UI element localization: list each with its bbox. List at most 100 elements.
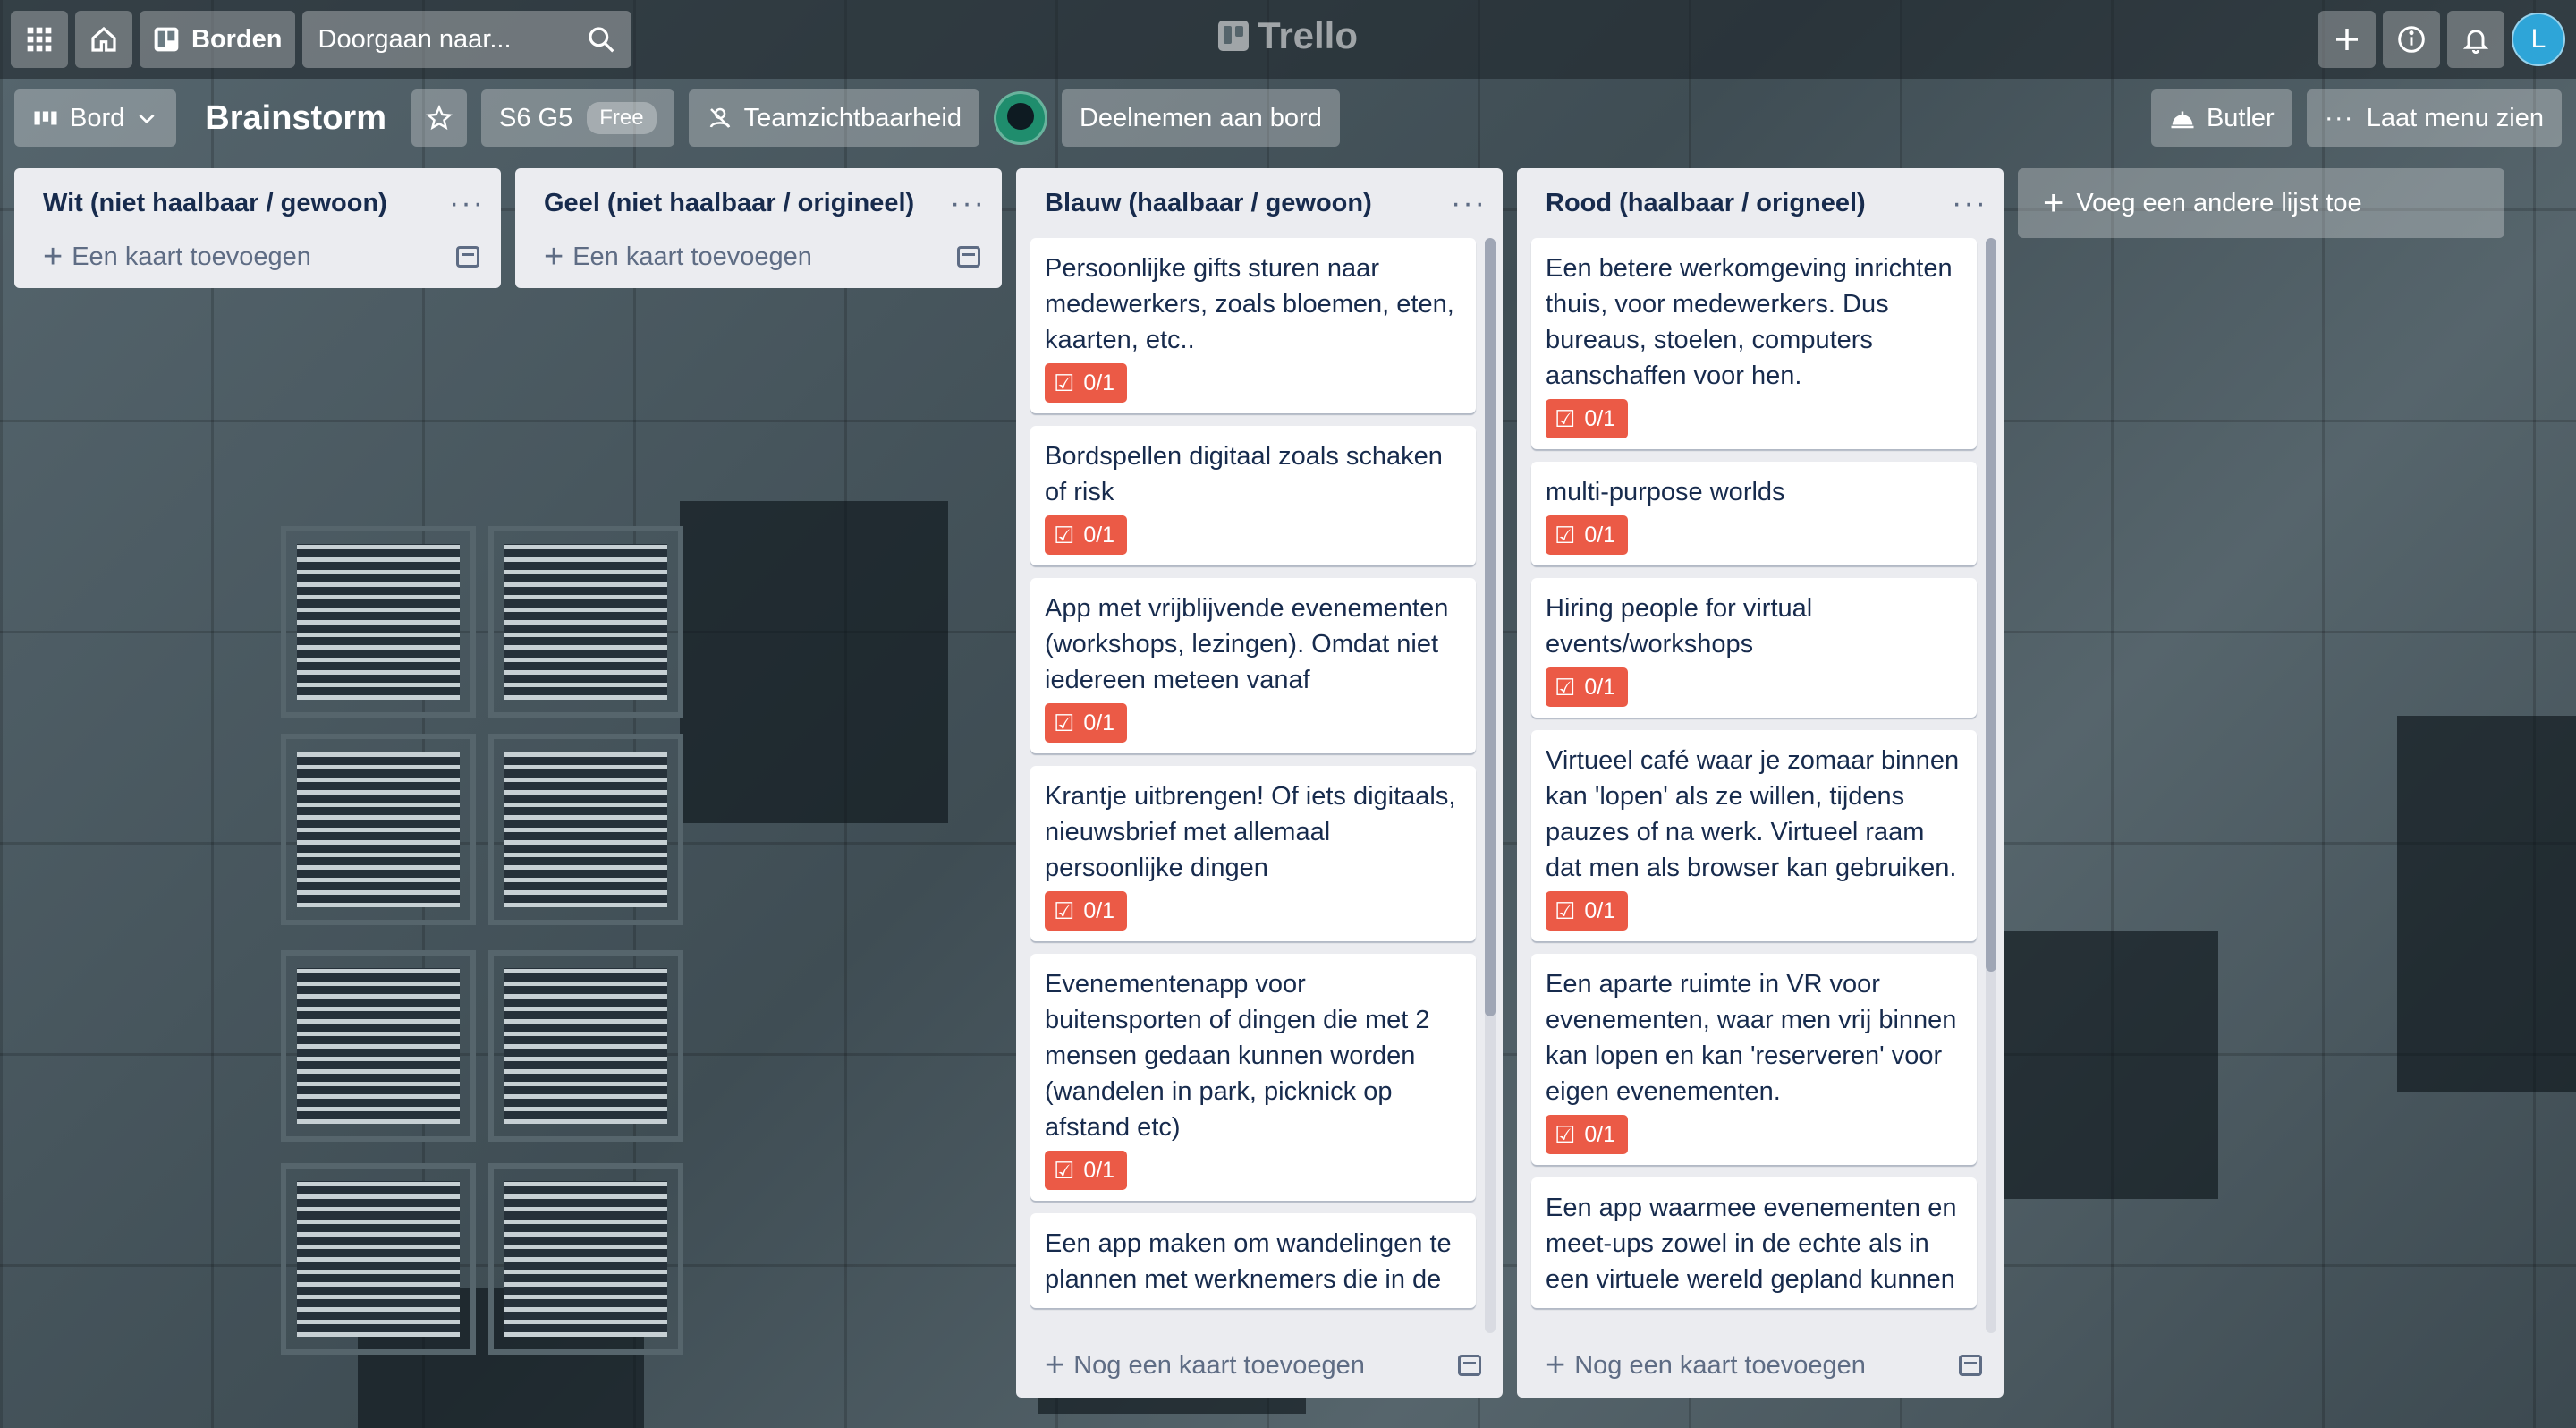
checklist-badge: ☑ 0/1 <box>1546 515 1629 555</box>
card-title: Bordspellen digitaal zoals schaken of ri… <box>1045 442 1443 506</box>
card[interactable]: Een aparte ruimte in VR voor evenementen… <box>1531 954 1977 1165</box>
add-card-button[interactable]: + Nog een kaart toevoegen <box>1045 1348 1365 1382</box>
checklist-count: 0/1 <box>1584 523 1616 548</box>
card[interactable]: Hiring people for virtual events/worksho… <box>1531 578 1977 718</box>
checklist-icon: ☑ <box>1555 522 1576 548</box>
card[interactable]: App met vrijblijvende evenementen (works… <box>1030 578 1476 753</box>
checklist-count: 0/1 <box>1083 370 1115 395</box>
facade-vent <box>488 734 683 925</box>
card[interactable]: Een app maken om wandelingen te plannen … <box>1030 1213 1476 1308</box>
plus-icon: + <box>1546 1347 1566 1384</box>
card-title: Een aparte ruimte in VR voor evenementen… <box>1546 970 1957 1106</box>
list-title[interactable]: Blauw (haalbaar / gewoon) <box>1045 189 1372 218</box>
search-placeholder: Doorgaan naar... <box>318 24 512 54</box>
card-template-icon[interactable] <box>1458 1355 1481 1376</box>
card-template-icon[interactable] <box>957 246 980 268</box>
list-title[interactable]: Wit (niet haalbaar / gewoon) <box>43 189 387 218</box>
list-title[interactable]: Geel (niet haalbaar / origineel) <box>544 189 914 218</box>
list-menu-icon[interactable]: ··· <box>950 188 986 218</box>
checklist-count: 0/1 <box>1083 898 1115 923</box>
list-footer: + Nog een kaart toevoegen <box>1016 1333 1503 1398</box>
add-card-label: Een kaart toevoegen <box>72 242 311 271</box>
card-title: Virtueel café waar je zomaar binnen kan … <box>1546 746 1960 882</box>
card[interactable]: Een app waarmee evenementen en meet-ups … <box>1531 1177 1977 1308</box>
join-board-button[interactable]: Deelnemen aan bord <box>1061 89 1340 147</box>
star-button[interactable] <box>411 89 467 147</box>
checklist-badge: ☑ 0/1 <box>1045 1151 1128 1190</box>
checklist-badge: ☑ 0/1 <box>1045 363 1128 403</box>
list-header[interactable]: Geel (niet haalbaar / origineel) ··· <box>515 168 1002 238</box>
card-template-icon[interactable] <box>456 246 479 268</box>
add-list-button[interactable]: + Voeg een andere lijst toe <box>2018 168 2504 238</box>
butler-bell-icon <box>2171 111 2194 129</box>
card-title: Krantje uitbrengen! Of iets digitaals, n… <box>1045 782 1456 882</box>
checklist-badge: ☑ 0/1 <box>1546 891 1629 931</box>
add-card-label: Nog een kaart toevoegen <box>1574 1350 1866 1380</box>
card[interactable]: Een betere werkomgeving inrichten thuis,… <box>1531 238 1977 449</box>
visibility-button[interactable]: Teamzichtbaarheid <box>688 89 979 147</box>
card[interactable]: Evenementenapp voor buitensporten of din… <box>1030 954 1476 1201</box>
list-header[interactable]: Rood (haalbaar / origneel) ··· <box>1517 168 2004 238</box>
notifications-button[interactable] <box>2447 11 2504 68</box>
home-button[interactable] <box>75 11 132 68</box>
header-actions: L <box>2318 11 2565 68</box>
create-button[interactable] <box>2318 11 2376 68</box>
checklist-icon: ☑ <box>1555 897 1576 924</box>
boards-label: Borden <box>191 24 283 54</box>
list-footer: + Nog een kaart toevoegen <box>1517 1333 2004 1398</box>
card[interactable]: Persoonlijke gifts sturen naar medewerke… <box>1030 238 1476 413</box>
list-header[interactable]: Blauw (haalbaar / gewoon) ··· <box>1016 168 1503 238</box>
workspace-name: S6 G5 <box>498 103 573 132</box>
home-icon <box>91 26 116 52</box>
card[interactable]: Virtueel café waar je zomaar binnen kan … <box>1531 730 1977 941</box>
butler-button[interactable]: Butler <box>2150 89 2292 147</box>
list-scrollbar-thumb[interactable] <box>1485 238 1496 1016</box>
list-title[interactable]: Rood (haalbaar / origneel) <box>1546 189 1866 218</box>
card-template-icon[interactable] <box>1959 1355 1982 1376</box>
facade-vent <box>488 950 683 1142</box>
workspace-button[interactable]: S6 G5 Free <box>480 89 674 147</box>
add-card-button[interactable]: + Een kaart toevoegen <box>544 240 812 274</box>
add-card-button[interactable]: + Nog een kaart toevoegen <box>1546 1348 1866 1382</box>
facade-vent <box>281 950 476 1142</box>
card-title: Evenementenapp voor buitensporten of din… <box>1045 970 1430 1142</box>
member-avatar[interactable] <box>993 91 1047 145</box>
apps-button[interactable] <box>11 11 68 68</box>
plus-icon: + <box>43 238 64 276</box>
trello-logo-icon <box>1217 21 1249 51</box>
checklist-badge: ☑ 0/1 <box>1045 515 1128 555</box>
info-button[interactable] <box>2383 11 2440 68</box>
view-switcher-button[interactable]: Bord <box>14 89 177 147</box>
user-avatar[interactable]: L <box>2512 13 2565 66</box>
board-title[interactable]: Brainstorm <box>191 99 401 138</box>
boards-button[interactable]: Borden <box>140 11 295 68</box>
search-input[interactable]: Doorgaan naar... <box>301 11 631 68</box>
facade-vent <box>281 1163 476 1355</box>
plus-icon <box>2336 29 2358 50</box>
checklist-icon: ☑ <box>1054 370 1075 396</box>
info-icon <box>2398 26 2425 53</box>
plus-icon: + <box>2043 183 2064 223</box>
checklist-count: 0/1 <box>1083 710 1115 735</box>
card[interactable]: multi-purpose worlds ☑ 0/1 <box>1531 462 1977 565</box>
card[interactable]: Krantje uitbrengen! Of iets digitaals, n… <box>1030 766 1476 941</box>
list-menu-icon[interactable]: ··· <box>1451 188 1487 218</box>
trello-logo[interactable]: Trello <box>1217 14 1358 57</box>
list-header[interactable]: Wit (niet haalbaar / gewoon) ··· <box>14 168 501 238</box>
show-menu-button[interactable]: ··· Laat menu zien <box>2306 89 2562 147</box>
list-scrollbar-thumb[interactable] <box>1986 238 1996 972</box>
checklist-badge: ☑ 0/1 <box>1546 667 1629 707</box>
plus-icon: + <box>1045 1347 1065 1384</box>
checklist-badge: ☑ 0/1 <box>1045 703 1128 743</box>
list-rood: Rood (haalbaar / origneel) ··· Een beter… <box>1517 168 2004 1398</box>
add-card-button[interactable]: + Een kaart toevoegen <box>43 240 311 274</box>
card[interactable]: Bordspellen digitaal zoals schaken of ri… <box>1030 426 1476 565</box>
list-geel: Geel (niet haalbaar / origineel) ··· + E… <box>515 168 1002 288</box>
list-menu-icon[interactable]: ··· <box>449 188 485 218</box>
list-menu-icon[interactable]: ··· <box>1952 188 1987 218</box>
checklist-count: 0/1 <box>1584 675 1616 700</box>
checklist-badge: ☑ 0/1 <box>1546 1115 1629 1154</box>
plus-icon: + <box>544 238 564 276</box>
checklist-icon: ☑ <box>1054 897 1075 924</box>
facade-vent <box>281 526 476 718</box>
